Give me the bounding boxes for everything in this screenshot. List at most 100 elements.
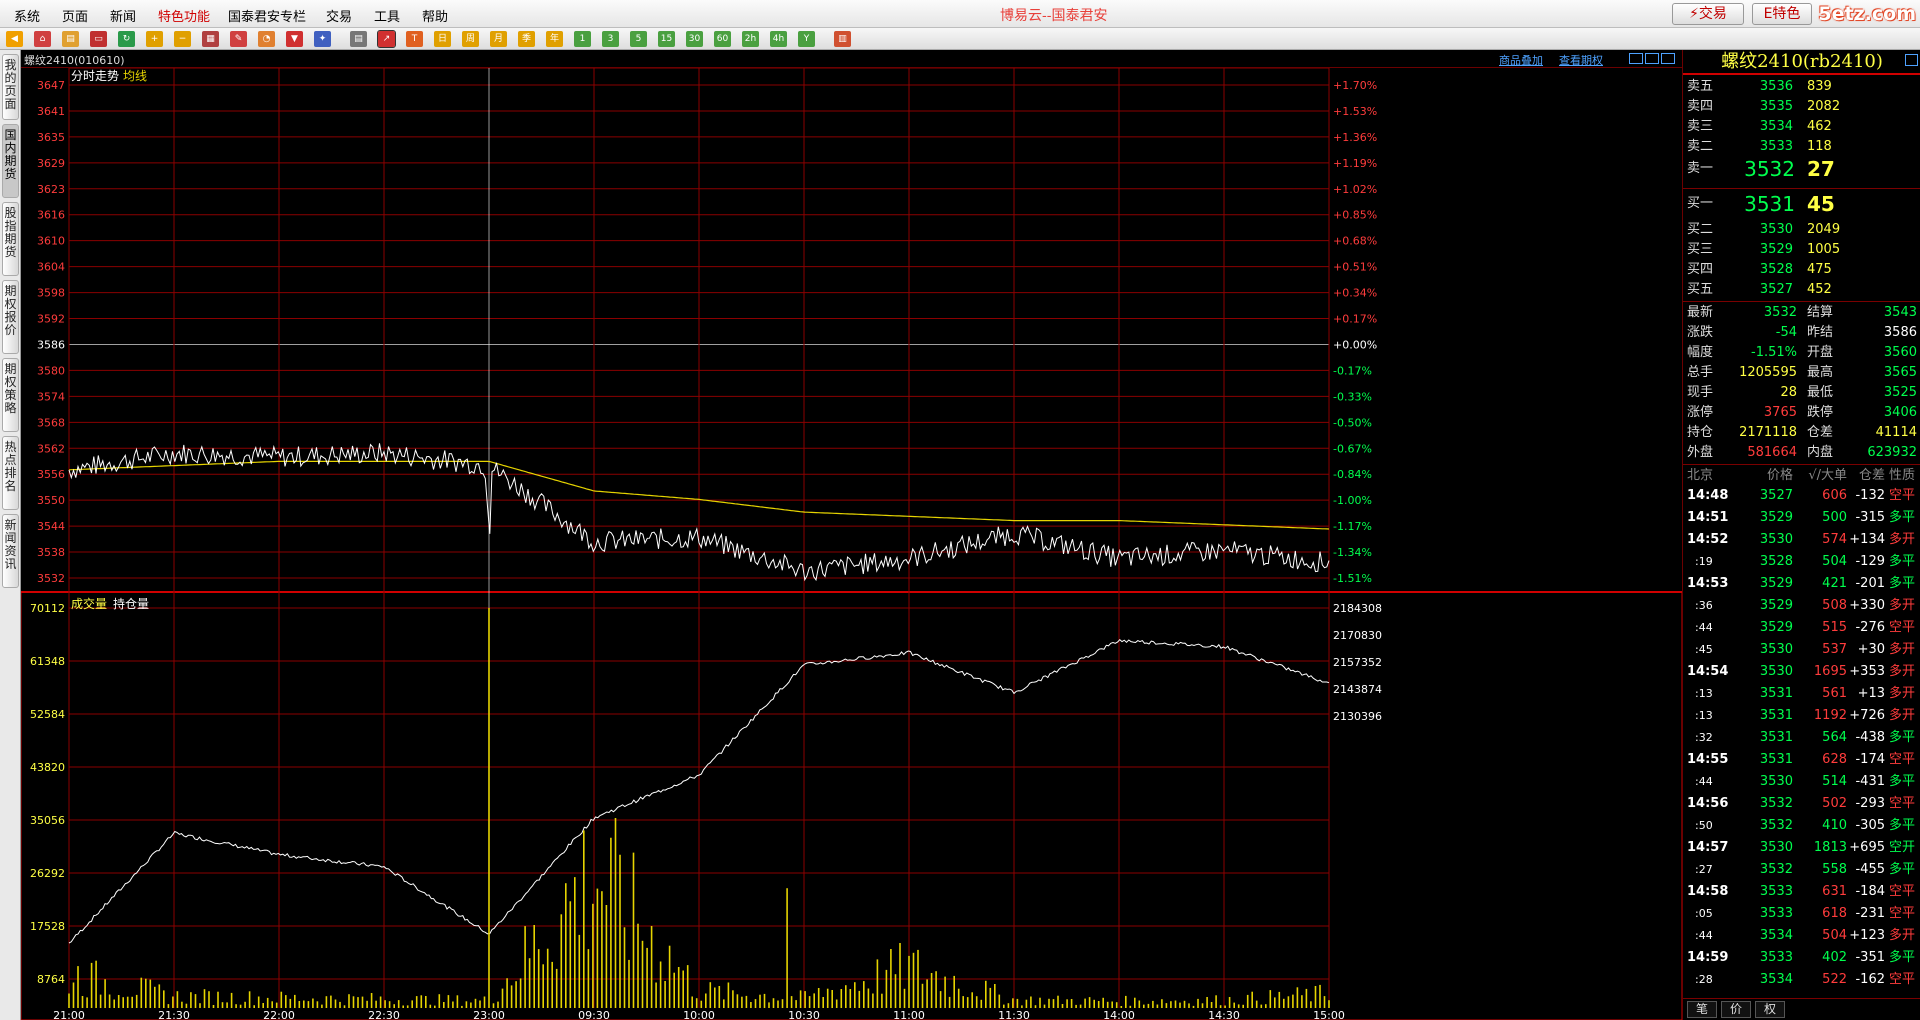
price-tick-left: 3629 bbox=[37, 157, 65, 170]
page-icon[interactable]: ▤ bbox=[62, 31, 79, 47]
custom-period-icon[interactable]: Y bbox=[798, 31, 815, 47]
tab-domestic-futures[interactable]: 国内期货 bbox=[2, 124, 19, 198]
monitor-icon[interactable]: ▭ bbox=[90, 31, 107, 47]
week-icon[interactable]: 周 bbox=[462, 31, 479, 47]
tick-time: 14:55 bbox=[1687, 752, 1729, 767]
panel-toggle-icon[interactable] bbox=[1905, 54, 1918, 66]
price-tick-left: 3592 bbox=[37, 313, 65, 326]
stat-label: 跌停 bbox=[1807, 405, 1834, 420]
quote-panel: 螺纹2410(rb2410) 卖五 3536 839 卖四 3535 2082 卖三… bbox=[1682, 50, 1920, 1020]
zoom-in-icon[interactable]: + bbox=[146, 31, 163, 47]
tab-option-strategy[interactable]: 期权策略 bbox=[2, 358, 19, 432]
minute-chart-icon[interactable]: ↗ bbox=[377, 30, 396, 48]
menu-gtja-column[interactable]: 国泰君安专栏 bbox=[228, 6, 306, 25]
tab-label: 我的页面 bbox=[4, 58, 17, 111]
tick-volume: 631 bbox=[1822, 884, 1847, 899]
commodity-overlay-link[interactable]: 商品叠加 bbox=[1499, 52, 1543, 68]
menu-features[interactable]: 特色功能 bbox=[158, 6, 210, 25]
price-tick-left: 3562 bbox=[37, 442, 65, 455]
period-1-icon[interactable]: 1 bbox=[574, 31, 591, 47]
left-tab-bar: 我的页面 国内期货 股指期货 期权报价 期权策略 热点排名 新闻资讯 bbox=[0, 50, 21, 1020]
period-30-icon[interactable]: 30 bbox=[686, 31, 703, 47]
home-icon[interactable]: ⌂ bbox=[34, 31, 51, 47]
menu-help[interactable]: 帮助 bbox=[422, 6, 448, 25]
draw-icon[interactable]: ✎ bbox=[230, 31, 247, 47]
tab-ticks[interactable]: 笔 bbox=[1687, 1001, 1717, 1018]
trade-button[interactable]: ⚡交易 bbox=[1672, 3, 1744, 25]
menu-trade[interactable]: 交易 bbox=[326, 6, 352, 25]
bid-price[interactable]: 3530 bbox=[1743, 220, 1793, 240]
intraday-chart[interactable]: 3647 +1.70% 3641 +1.53% 3635 +1.36% 3629 +1.19%… bbox=[21, 68, 1682, 1020]
period-2h-icon[interactable]: 2h bbox=[742, 31, 759, 47]
bid-price[interactable]: 3529 bbox=[1743, 240, 1793, 260]
tab-rights[interactable]: 权 bbox=[1755, 1001, 1785, 1018]
bid-price[interactable]: 3528 bbox=[1743, 260, 1793, 280]
layout-icon[interactable]: ▦ bbox=[202, 31, 219, 47]
ask-price[interactable]: 3536 bbox=[1743, 77, 1793, 97]
stat-row: 总手 1205595 最高 3565 bbox=[1683, 363, 1920, 383]
tick-volume: 502 bbox=[1822, 796, 1847, 811]
period-3-icon[interactable]: 3 bbox=[602, 31, 619, 47]
tick-header-time: 北京 bbox=[1687, 468, 1714, 483]
stat-label: 总手 bbox=[1687, 365, 1714, 380]
back-icon[interactable]: ◀ bbox=[6, 31, 23, 47]
menu-news[interactable]: 新闻 bbox=[110, 6, 136, 25]
window-close-icon[interactable] bbox=[1661, 53, 1675, 64]
tick-price: 3533 bbox=[1759, 950, 1793, 965]
tick-diff: +353 bbox=[1849, 664, 1885, 679]
tick-volume: 515 bbox=[1822, 620, 1847, 635]
menu-system[interactable]: 系统 bbox=[14, 6, 40, 25]
ask1-price[interactable]: 3532 bbox=[1739, 159, 1795, 179]
menu-page[interactable]: 页面 bbox=[62, 6, 88, 25]
tick-time: :13 bbox=[1695, 709, 1713, 722]
period-15-icon[interactable]: 15 bbox=[658, 31, 675, 47]
period-4h-icon[interactable]: 4h bbox=[770, 31, 787, 47]
alert-icon[interactable]: ✦ bbox=[314, 31, 331, 47]
tab-option-quotes[interactable]: 期权报价 bbox=[2, 280, 19, 354]
stat-value: 3532 bbox=[1763, 305, 1797, 320]
refresh-icon[interactable]: ↻ bbox=[118, 31, 135, 47]
time-tick: 11:00 bbox=[893, 1009, 925, 1020]
ticks-divider bbox=[1683, 464, 1920, 465]
stat-label: 现手 bbox=[1687, 385, 1714, 400]
bid1-volume: 45 bbox=[1807, 192, 1835, 216]
view-options-link[interactable]: 查看期权 bbox=[1559, 52, 1603, 68]
bid1-price[interactable]: 3531 bbox=[1739, 194, 1795, 214]
tab-price[interactable]: 价 bbox=[1721, 1001, 1751, 1018]
stat-row: 涨停 3765 跌停 3406 bbox=[1683, 403, 1920, 423]
season-icon[interactable]: 季 bbox=[518, 31, 535, 47]
price-tick-left: 3623 bbox=[37, 183, 65, 196]
filter-icon[interactable]: ▼ bbox=[286, 31, 303, 47]
tick-icon[interactable]: T bbox=[406, 31, 423, 47]
menu-tools[interactable]: 工具 bbox=[374, 6, 400, 25]
tick-time: :50 bbox=[1695, 819, 1713, 832]
tab-my-page[interactable]: 我的页面 bbox=[2, 54, 19, 120]
tab-label: 国内期货 bbox=[4, 128, 17, 181]
ask-price[interactable]: 3534 bbox=[1743, 117, 1793, 137]
ask-price[interactable]: 3535 bbox=[1743, 97, 1793, 117]
ask-price[interactable]: 3533 bbox=[1743, 137, 1793, 157]
calendar-icon[interactable]: ▥ bbox=[834, 31, 851, 47]
table-icon[interactable]: ▤ bbox=[350, 31, 367, 47]
bid-volume: 475 bbox=[1807, 262, 1832, 277]
indicator-icon[interactable]: ◔ bbox=[258, 31, 275, 47]
tab-news[interactable]: 新闻资讯 bbox=[2, 514, 19, 588]
zoom-out-icon[interactable]: − bbox=[174, 31, 191, 47]
quote-title: 螺纹2410(rb2410) bbox=[1683, 50, 1920, 75]
period-60-icon[interactable]: 60 bbox=[714, 31, 731, 47]
stat-label: 涨跌 bbox=[1687, 325, 1714, 340]
window-max-icon[interactable] bbox=[1645, 53, 1659, 64]
year-icon[interactable]: 年 bbox=[546, 31, 563, 47]
tick-row: :13 3531 1192 +726 多开 bbox=[1683, 706, 1920, 726]
month-icon[interactable]: 月 bbox=[490, 31, 507, 47]
day-icon[interactable]: 日 bbox=[434, 31, 451, 47]
price-tick-left: 3586 bbox=[37, 338, 65, 351]
price-tick-left: 3610 bbox=[37, 235, 65, 248]
tab-index-futures[interactable]: 股指期货 bbox=[2, 202, 19, 276]
bid-price[interactable]: 3527 bbox=[1743, 280, 1793, 300]
period-5-icon[interactable]: 5 bbox=[630, 31, 647, 47]
tick-row: :44 3530 514 -431 多平 bbox=[1683, 772, 1920, 792]
tab-hot-ranking[interactable]: 热点排名 bbox=[2, 436, 19, 510]
bid1-row: 买一 3531 45 bbox=[1683, 194, 1920, 214]
window-restore-icon[interactable] bbox=[1629, 53, 1643, 64]
